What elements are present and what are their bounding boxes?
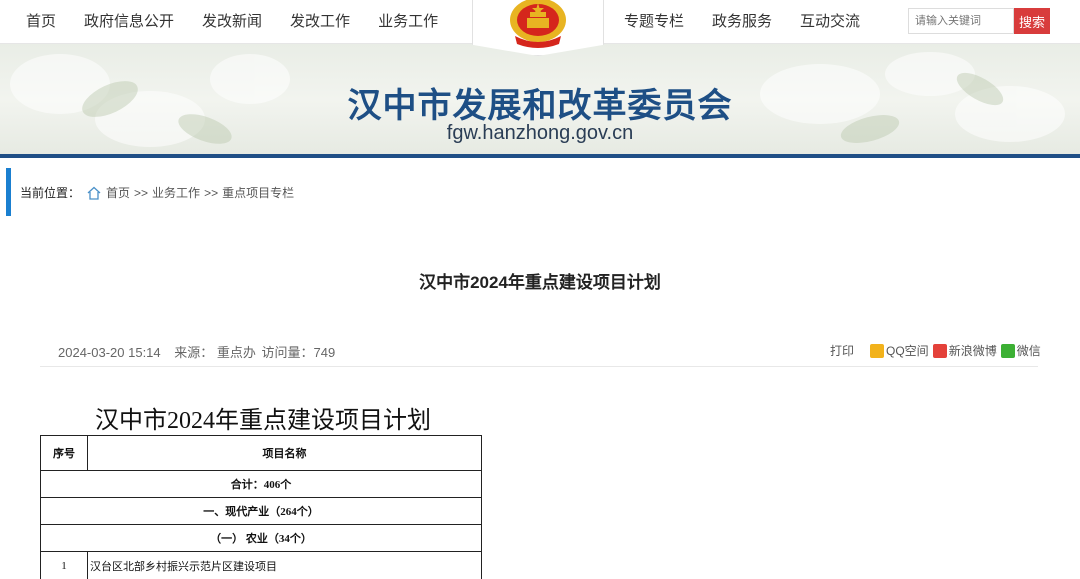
- breadcrumb-separator: >>: [134, 185, 149, 200]
- site-domain: fgw.hanzhong.gov.cn: [446, 122, 634, 144]
- article-visits: 访问量：749: [261, 345, 336, 360]
- nav-interaction[interactable]: 互动交流: [786, 0, 874, 44]
- banner-divider: [0, 154, 1080, 158]
- breadcrumb-accent-bar: [6, 168, 11, 216]
- home-icon: [87, 186, 101, 200]
- share-wechat-button[interactable]: 微信: [1000, 342, 1041, 359]
- table-row: （一） 农业（34个）: [40, 524, 482, 552]
- nav-business[interactable]: 业务工作: [364, 0, 452, 44]
- nav-work[interactable]: 发改工作: [276, 0, 364, 44]
- wechat-icon: [1000, 343, 1015, 358]
- table-row: 1 汉台区北部乡村振兴示范片区建设项目: [40, 551, 482, 579]
- share-weibo-label: 新浪微博: [948, 344, 997, 358]
- subcategory-cell: （一） 农业（34个）: [40, 524, 482, 552]
- breadcrumb-key-projects[interactable]: 重点项目专栏: [222, 184, 294, 201]
- search-button[interactable]: 搜索: [1014, 8, 1050, 34]
- table-row: 一、现代产业（264个）: [40, 497, 482, 525]
- nav-left-group: 首页 政府信息公开 发改新闻 发改工作 业务工作: [12, 0, 452, 44]
- project-table: 序号 项目名称 合计：406个 一、现代产业（264个） （一） 农业（34个）…: [40, 435, 482, 579]
- breadcrumb-home[interactable]: 首页: [106, 184, 130, 201]
- nav-services[interactable]: 政务服务: [698, 0, 786, 44]
- share-qq-button[interactable]: QQ空间: [870, 342, 929, 359]
- national-emblem-icon: [510, 0, 566, 48]
- breadcrumb: 当前位置： 首页 >> 业务工作 >> 重点项目专栏: [20, 184, 294, 201]
- article-source: 来源： 重点办: [174, 345, 256, 360]
- table-row: 合计：406个: [40, 470, 482, 498]
- print-button[interactable]: 打印: [830, 342, 854, 359]
- article-title: 汉中市2024年重点建设项目计划: [419, 273, 661, 292]
- site-banner: 汉中市发展和改革委员会 fgw.hanzhong.gov.cn: [0, 44, 1080, 156]
- qq-zone-icon: [870, 343, 885, 358]
- nav-home[interactable]: 首页: [12, 0, 70, 44]
- search-input[interactable]: [908, 8, 1014, 34]
- nav-right-group: 专题专栏 政务服务 互动交流: [610, 0, 874, 44]
- search-box: 搜索: [908, 8, 1050, 34]
- site-title: 汉中市发展和改革委员会: [347, 87, 733, 125]
- weibo-icon: [932, 343, 947, 358]
- total-cell: 合计：406个: [40, 470, 482, 498]
- header-project-name: 项目名称: [87, 435, 482, 471]
- breadcrumb-label: 当前位置：: [20, 186, 81, 200]
- meta-divider: [40, 366, 1038, 367]
- document-title: 汉中市2024年重点建设项目计划: [95, 408, 431, 434]
- share-weibo-button[interactable]: 新浪微博: [932, 342, 997, 359]
- category-cell: 一、现代产业（264个）: [40, 497, 482, 525]
- row-index: 1: [40, 551, 88, 579]
- article-meta: 2024-03-20 15:14 来源： 重点办 访问量：749: [58, 342, 345, 361]
- breadcrumb-separator: >>: [204, 185, 219, 200]
- breadcrumb-business[interactable]: 业务工作: [152, 184, 200, 201]
- share-qq-label: QQ空间: [886, 344, 929, 358]
- nav-topics[interactable]: 专题专栏: [610, 0, 698, 44]
- row-project-name: 汉台区北部乡村振兴示范片区建设项目: [87, 551, 482, 579]
- article-date: 2024-03-20 15:14: [58, 345, 161, 360]
- emblem-tab: [472, 0, 604, 56]
- table-header-row: 序号 项目名称: [40, 435, 482, 471]
- nav-gov-info[interactable]: 政府信息公开: [70, 0, 188, 44]
- share-wechat-label: 微信: [1016, 344, 1041, 358]
- header-index: 序号: [40, 435, 88, 471]
- share-bar: 打印 QQ空间 新浪微博 微信: [830, 342, 1045, 359]
- nav-news[interactable]: 发改新闻: [188, 0, 276, 44]
